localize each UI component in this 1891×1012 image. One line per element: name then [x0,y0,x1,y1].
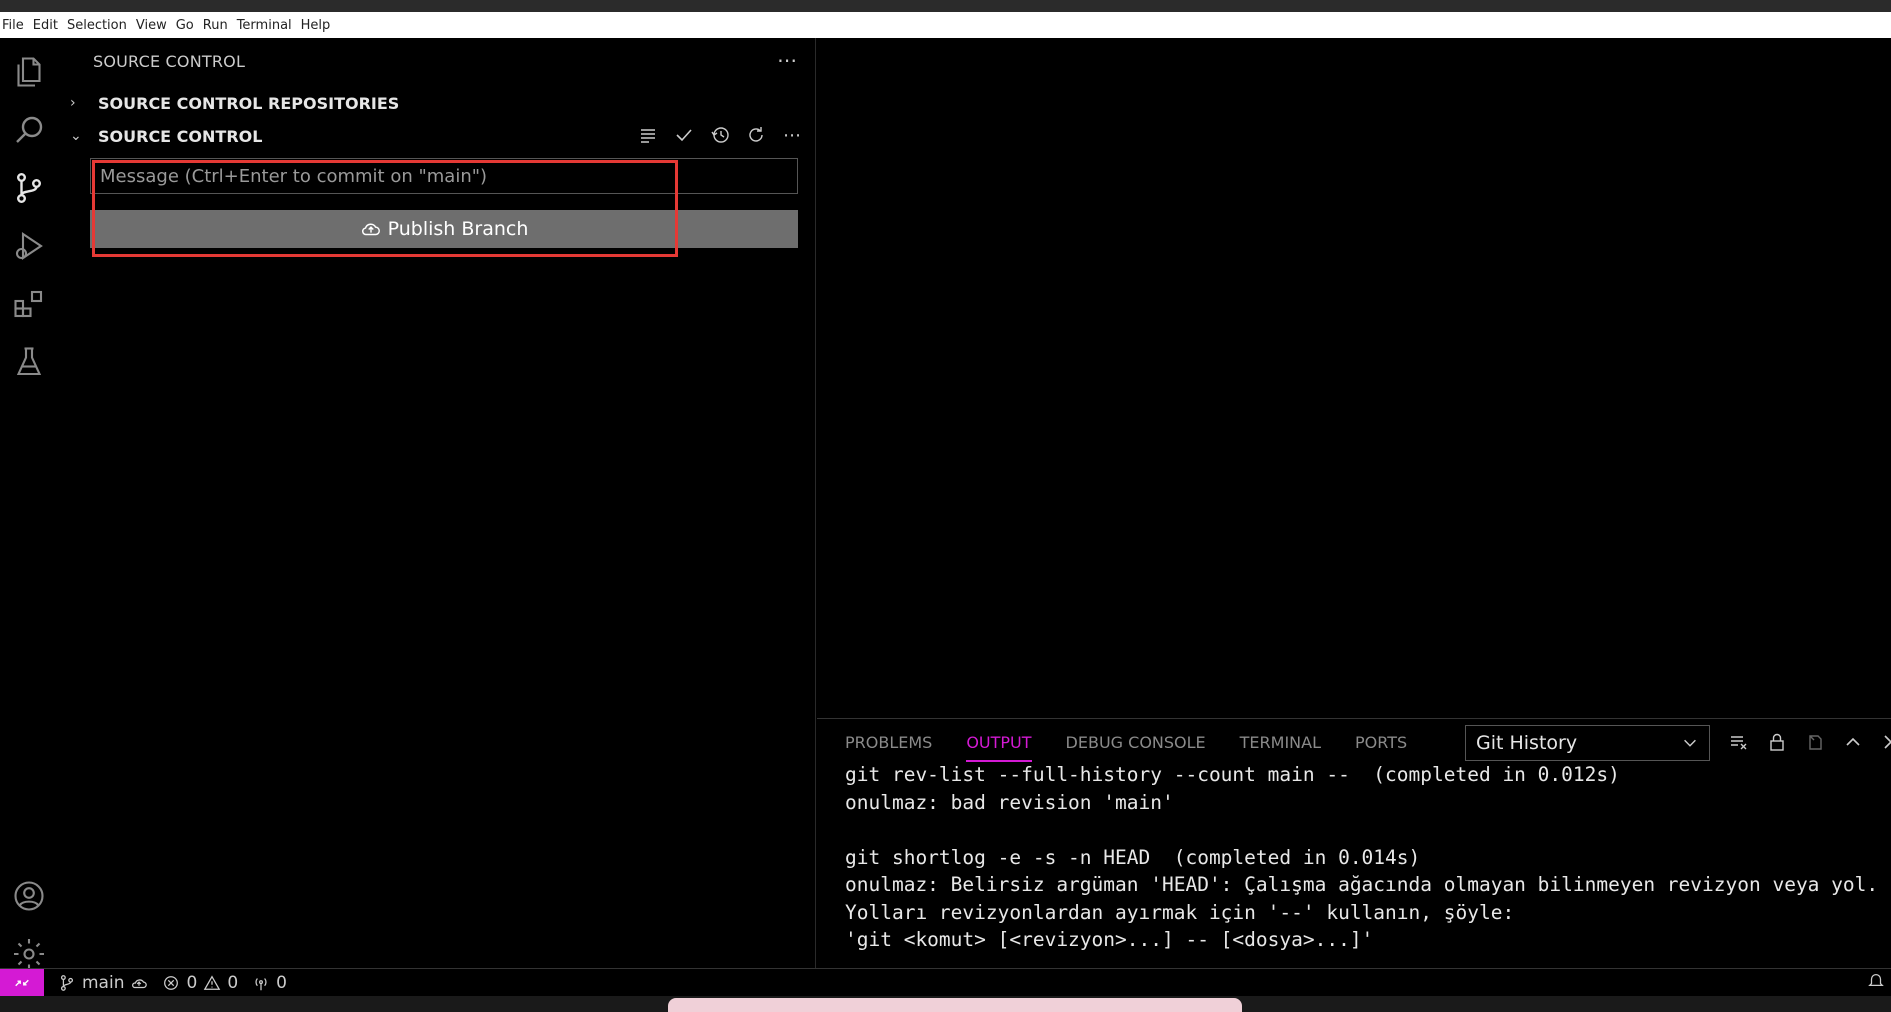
output-log: git rev-list --full-history --count main… [845,763,1879,951]
status-bar: main 0 0 0 [0,968,1891,997]
title-bar [0,0,1891,12]
branch-status[interactable]: main [58,973,148,993]
warning-icon [204,974,221,990]
section-source-control-label: SOURCE CONTROL [98,126,263,146]
section-repositories[interactable]: › SOURCE CONTROL REPOSITORIES [70,90,399,116]
view-as-list-icon[interactable] [635,122,661,148]
panel-tabs: PROBLEMS OUTPUT DEBUG CONSOLE TERMINAL P… [845,733,1407,762]
tab-problems[interactable]: PROBLEMS [845,733,932,762]
remote-indicator[interactable] [0,968,44,997]
menu-selection[interactable]: Selection [67,18,127,33]
tab-terminal[interactable]: TERMINAL [1240,733,1321,762]
error-icon [164,975,179,990]
cloud-upload-icon [132,978,148,988]
section-source-control[interactable]: ⌄ SOURCE CONTROL [70,123,262,149]
panel-toolbar [1725,729,1891,755]
more-actions-icon[interactable]: ⋯ [777,48,797,72]
run-debug-icon[interactable] [0,216,58,276]
search-icon[interactable] [0,100,58,160]
bottom-panel: PROBLEMS OUTPUT DEBUG CONSOLE TERMINAL P… [817,718,1891,968]
warning-count: 0 [227,972,239,993]
menu-run[interactable]: Run [203,18,228,33]
highlight-annotation [92,160,678,257]
menu-file[interactable]: File [2,18,24,33]
ports-count: 0 [276,972,287,993]
notifications-bell-icon[interactable] [1867,971,1885,994]
chevron-down-icon: ⌄ [70,128,82,144]
branch-name: main [82,972,125,993]
menu-bar: File Edit Selection View Go Run Terminal… [0,12,1891,38]
commit-check-icon[interactable] [671,122,697,148]
tab-debug-console[interactable]: DEBUG CONSOLE [1066,733,1206,762]
testing-icon[interactable] [0,332,58,392]
chevron-right-icon: › [70,95,76,111]
section-repositories-label: SOURCE CONTROL REPOSITORIES [98,93,400,113]
refresh-icon[interactable] [743,122,769,148]
menu-edit[interactable]: Edit [33,18,58,33]
problems-status[interactable]: 0 0 [162,973,238,993]
tab-output[interactable]: OUTPUT [966,733,1032,762]
desktop-dock [668,998,1242,1012]
broadcast-icon [255,977,267,990]
editor-area [817,38,1891,718]
history-icon[interactable] [707,122,733,148]
activity-bar [0,38,58,969]
maximize-panel-icon[interactable] [1839,729,1867,755]
output-channel-select[interactable]: Git History [1465,725,1710,761]
source-control-icon[interactable] [0,158,58,218]
chevron-down-icon [1684,739,1696,747]
explorer-icon[interactable] [0,42,58,102]
lock-scroll-icon[interactable] [1763,729,1791,755]
output-channel-value: Git History [1476,732,1578,754]
accounts-icon[interactable] [0,866,58,926]
clear-output-icon[interactable] [1725,729,1753,755]
scm-more-icon[interactable]: ⋯ [779,122,805,148]
menu-go[interactable]: Go [176,18,194,33]
menu-view[interactable]: View [136,18,167,33]
ports-status[interactable]: 0 [252,973,287,993]
menu-terminal[interactable]: Terminal [237,18,292,33]
open-in-editor-icon[interactable] [1801,729,1829,755]
sidebar-title: SOURCE CONTROL [93,52,246,71]
scm-toolbar: ⋯ [635,122,805,148]
close-panel-icon[interactable] [1877,729,1891,755]
error-count: 0 [186,972,198,993]
extensions-icon[interactable] [0,274,58,334]
branch-icon [60,974,74,991]
tab-ports[interactable]: PORTS [1355,733,1407,762]
remote-icon [15,979,29,986]
menu-help[interactable]: Help [301,18,331,33]
